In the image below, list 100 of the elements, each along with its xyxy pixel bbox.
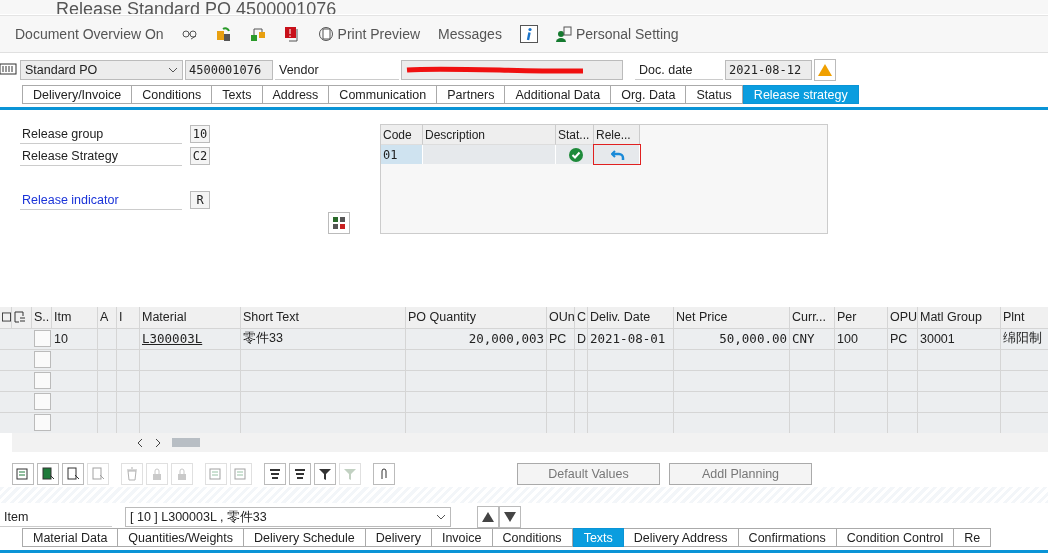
column-header: PO Quantity [406,306,547,328]
table-cell [117,348,140,370]
toolbar-icon-button[interactable] [264,462,286,485]
tab[interactable]: Communication [329,85,438,105]
chevron-down-icon [436,514,446,520]
tab[interactable]: Texts [212,85,263,105]
toolbar-icon-button[interactable] [37,462,59,485]
scrollbar-thumb[interactable] [172,438,200,448]
tab[interactable]: Conditions [492,528,573,547]
previous-item-button[interactable] [477,506,499,528]
tab[interactable]: Org. Data [611,85,687,105]
table-cell [98,411,117,433]
table-cell: PC [888,327,918,349]
column-header: Net Price [674,306,790,328]
tab[interactable]: Status [686,85,743,105]
tab[interactable]: Address [262,85,330,105]
column-header: Matl Group [918,306,1001,328]
toolbar-button[interactable]: Print Preview [317,26,421,42]
chevron-down-icon [168,67,178,74]
doc-type-dropdown[interactable]: Standard PO [20,60,183,81]
column-header: A [98,306,117,328]
collapse-button[interactable] [814,59,836,82]
table-cell [575,348,588,370]
transfer-icon [215,26,232,42]
column-header: Stat... [556,125,594,146]
lock-icon [175,466,189,481]
value-field[interactable]: C2 [190,147,210,166]
tab[interactable]: Partners [437,85,506,105]
column-header: OUn [547,306,575,328]
tab[interactable]: Delivery Address [623,528,739,547]
column-header: Itm [52,306,98,328]
field-label: Release Strategy [20,146,182,167]
tab[interactable]: Delivery Schedule [244,528,366,547]
table-cell [835,348,888,370]
tab[interactable]: Delivery [365,528,432,547]
item-dropdown[interactable]: [ 10 ] L300003L , 零件33 [125,507,451,527]
column-header: Deliv. Date [588,306,674,328]
toolbar-button[interactable]: Personal Setting [555,26,679,42]
alert-icon [283,26,300,42]
tab[interactable]: Quantities/Weights [118,528,245,547]
table-cell [547,348,575,370]
triangle-up-icon [817,63,833,78]
table-cell [575,390,588,412]
tab[interactable]: Material Data [22,528,119,547]
value-field[interactable]: 10 [190,125,210,144]
table-cell [790,411,835,433]
table-cell [117,369,140,391]
toolbar-icon-button[interactable] [314,462,336,485]
doc-date-label: Doc. date [635,60,723,81]
row-selector[interactable] [33,330,51,348]
field-label: Release indicator [20,190,182,211]
tab[interactable]: Additional Data [505,85,612,105]
filter-icon [318,466,332,481]
chevron-left-icon[interactable] [136,437,144,448]
tab[interactable]: Delivery/Invoice [22,85,133,105]
table-cell: 01 [381,145,423,165]
table-cell [98,327,117,349]
column-header: Material [140,306,241,328]
row-selector[interactable] [33,372,51,390]
table-cell: 零件33 [241,327,406,349]
action-button[interactable]: Addl Planning [669,462,812,485]
field-label: Release group [20,124,182,145]
table-cell: PC [547,327,575,349]
tab[interactable]: Condition Control [836,528,955,547]
column-header: Per [835,306,888,328]
table-cell: 50,000.00 [674,327,790,349]
row-selector[interactable] [33,393,51,411]
info-icon[interactable] [519,25,538,43]
toolbar-button[interactable]: Document Overview On [15,26,164,42]
toolbar-icon-button[interactable] [289,462,311,485]
tab[interactable]: Confirmations [738,528,837,547]
tab[interactable]: Conditions [132,85,213,105]
table-cell [888,390,918,412]
toolbar-button[interactable]: Messages [438,26,502,42]
row-selector[interactable] [33,351,51,369]
vendor-field[interactable] [401,60,623,81]
tab[interactable]: Invoice [431,528,493,547]
undo-icon[interactable] [610,148,625,161]
table-cell [790,348,835,370]
chevron-right-icon[interactable] [154,437,162,448]
po-number-field[interactable]: 4500001076 [185,60,273,81]
value-field[interactable]: R [190,191,210,210]
layout-button[interactable] [328,212,350,235]
table-cell: 20,000,003 [406,327,547,349]
tab[interactable]: Re [954,528,992,547]
triangle-up-icon [481,511,495,523]
column-header: Description [423,125,556,146]
column-header: I [117,306,140,328]
row-selector[interactable] [33,414,51,432]
table-cell [98,390,117,412]
next-item-button[interactable] [499,506,521,528]
doc-date-field[interactable]: 2021-08-12 [725,60,812,81]
item-label: Item [0,507,112,527]
table-cell: 30001 [918,327,1001,349]
table-cell [98,348,117,370]
table-cell [117,327,140,349]
table-settings-icon[interactable] [2,312,11,323]
action-button[interactable]: Default Values [517,462,660,485]
triangle-down-icon [503,511,517,523]
column-header: Code [381,125,423,146]
